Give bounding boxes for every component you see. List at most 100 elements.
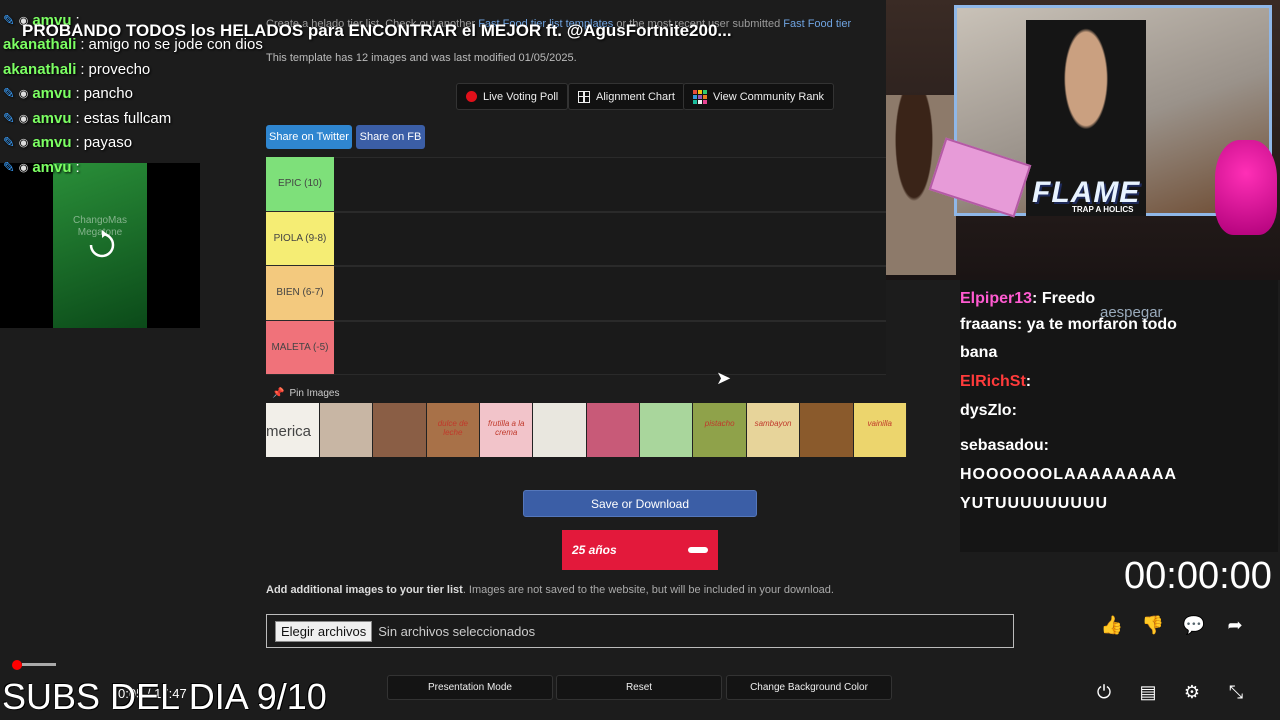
community-rank-label: View Community Rank: [713, 90, 825, 103]
share-twitter-button[interactable]: Share on Twitter: [266, 125, 352, 149]
ad-banner[interactable]: 25 años: [562, 530, 718, 570]
tier-image[interactable]: [800, 403, 854, 457]
captions-icon[interactable]: ▤: [1136, 682, 1160, 703]
chat-line: YUTUUUUUUUUU: [960, 495, 1108, 513]
chat-user: sebasadou: [960, 437, 1044, 454]
tier-image[interactable]: [640, 403, 694, 457]
live-voting-poll-button[interactable]: Live Voting Poll: [456, 83, 569, 110]
tier-row: EPIC (10): [266, 157, 886, 212]
tier-row: PIOLA (9-8): [266, 211, 886, 266]
tier-image-caption: vainilla: [867, 419, 892, 428]
add-images-desc: . Images are not saved to the website, b…: [462, 584, 834, 596]
template-modified: This template has 12 images and was last…: [266, 52, 577, 64]
like-icon[interactable]: 👍: [1100, 615, 1124, 636]
chat-colon: :: [75, 109, 80, 127]
tier-image[interactable]: [319, 403, 374, 457]
tier-image[interactable]: vainilla: [853, 403, 907, 457]
tier-label[interactable]: EPIC (10): [266, 157, 334, 211]
tier-image[interactable]: dulce de leche: [426, 403, 481, 457]
chat-line: sebasadou:: [960, 437, 1049, 454]
chat-user: Elpiper13: [960, 290, 1033, 307]
tier-image[interactable]: sambayon: [746, 403, 801, 457]
settings-gear-icon[interactable]: ⚙: [1180, 682, 1204, 703]
share-icon[interactable]: ➦: [1223, 615, 1247, 636]
moderator-badge-icon: ✎: [3, 109, 15, 126]
community-rank-button[interactable]: View Community Rank: [683, 83, 835, 110]
tier-image[interactable]: frutilla a la crema: [480, 403, 534, 457]
tier-label[interactable]: MALETA (-5): [266, 320, 334, 374]
seek-track[interactable]: [22, 663, 56, 666]
chat-msg: estas fullcam: [83, 109, 172, 127]
save-download-button[interactable]: Save or Download: [523, 490, 757, 517]
tier-drop-zone[interactable]: [334, 266, 886, 320]
tier-label[interactable]: BIEN (6-7): [266, 266, 334, 320]
chat-user: amvu: [32, 85, 72, 103]
record-icon: [466, 91, 477, 102]
dislike-icon[interactable]: 👎: [1141, 615, 1165, 636]
stream-chat-right: Elpiper13: Freedo aespegar fraaans: ya t…: [960, 280, 1278, 552]
tier-drop-zone[interactable]: [334, 211, 886, 265]
ad-text: 25 años: [572, 543, 617, 557]
tier-image[interactable]: pistacho: [693, 403, 747, 457]
seek-handle[interactable]: [12, 660, 22, 670]
autoplay-toggle-icon[interactable]: ⏻: [1092, 682, 1116, 703]
moderator-badge-icon: ✎: [3, 158, 15, 175]
chat-user: amvu: [32, 109, 72, 127]
tier-image[interactable]: [586, 403, 641, 457]
tier-drop-zone[interactable]: [334, 157, 886, 211]
tier-list: EPIC (10) PIOLA (9-8) BIEN (6-7) MALETA …: [266, 157, 886, 375]
tier-label[interactable]: PIOLA (9-8): [266, 211, 334, 265]
tier-image-caption: merica: [266, 423, 312, 440]
chat-user: akanathali: [3, 60, 77, 78]
flame-subtitle: TRAP A HOLICS: [1072, 205, 1134, 214]
file-input[interactable]: Elegir archivos Sin archivos seleccionad…: [266, 614, 1014, 648]
chat-line: ✎ ◉ amvu:: [3, 155, 263, 180]
comments-icon[interactable]: 💬: [1182, 615, 1206, 636]
seek-bar[interactable]: [12, 660, 56, 670]
chat-msg: provecho: [88, 60, 151, 78]
moderator-badge-icon: ✎: [3, 85, 15, 102]
chat-msg: bana: [960, 344, 998, 361]
chat-user: amvu: [32, 134, 72, 152]
pink-buddha-sticker: [1215, 140, 1277, 235]
presentation-mode-button[interactable]: Presentation Mode: [387, 675, 553, 700]
chat-msg: payaso: [83, 134, 133, 152]
reset-button[interactable]: Reset: [556, 675, 722, 700]
player-controls: ⏻ ▤ ⚙ ⤡: [1092, 682, 1248, 703]
subs-overlay: SUBS DEL DIA 9/10: [2, 676, 327, 717]
grid-icon: [578, 90, 590, 103]
mini-video: ChangoMas Megatone: [0, 163, 200, 328]
tier-row: MALETA (-5): [266, 320, 886, 375]
chat-line: ElRichSt:: [960, 373, 1032, 390]
stream-timer: 00:00:00: [1124, 555, 1272, 597]
fast-food-tier-link[interactable]: Fast Food tier: [783, 18, 851, 30]
chat-colon: :: [80, 60, 85, 78]
mask-badge-icon: ◉: [18, 137, 29, 150]
change-bg-button[interactable]: Change Background Color: [726, 675, 892, 700]
live-voting-poll-label: Live Voting Poll: [483, 90, 559, 103]
chat-msg: YUTUUUUUUUUU: [960, 495, 1108, 512]
chat-line: ✎ ◉ amvu: estas fullcam: [3, 106, 263, 131]
alignment-chart-button[interactable]: Alignment Chart: [568, 83, 685, 110]
chat-user: dysZlo: [960, 402, 1012, 419]
chat-line: fraaans: ya te morfaron todo: [960, 316, 1177, 333]
file-status: Sin archivos seleccionados: [378, 623, 536, 639]
choose-files-button[interactable]: Elegir archivos: [275, 620, 373, 642]
tier-image[interactable]: merica: [266, 403, 320, 457]
chat-line: ✎ ◉ amvu: payaso: [3, 131, 263, 156]
add-images-note: Add additional images to your tier list.…: [266, 584, 834, 596]
tier-drop-zone[interactable]: [334, 320, 886, 374]
video-title: PROBANDO TODOS los HELADOS para ENCONTRA…: [22, 21, 732, 40]
tier-image[interactable]: [533, 403, 587, 457]
share-fb-button[interactable]: Share on FB: [356, 125, 425, 149]
mask-badge-icon: ◉: [18, 88, 29, 101]
tier-image[interactable]: [373, 403, 427, 457]
pin-images-toggle[interactable]: 📌 Pin Images: [272, 388, 339, 399]
exit-fullscreen-icon[interactable]: ⤡: [1224, 682, 1248, 703]
chat-line: ✎ ◉ amvu: pancho: [3, 82, 263, 107]
chat-line: akanathali: provecho: [3, 57, 263, 82]
pin-images-label: Pin Images: [289, 388, 340, 399]
mask-badge-icon: ◉: [18, 112, 29, 125]
tier-image-caption: frutilla a la crema: [487, 419, 525, 437]
chat-msg: HOOOOOOLAAAAAAAAA: [960, 466, 1177, 483]
